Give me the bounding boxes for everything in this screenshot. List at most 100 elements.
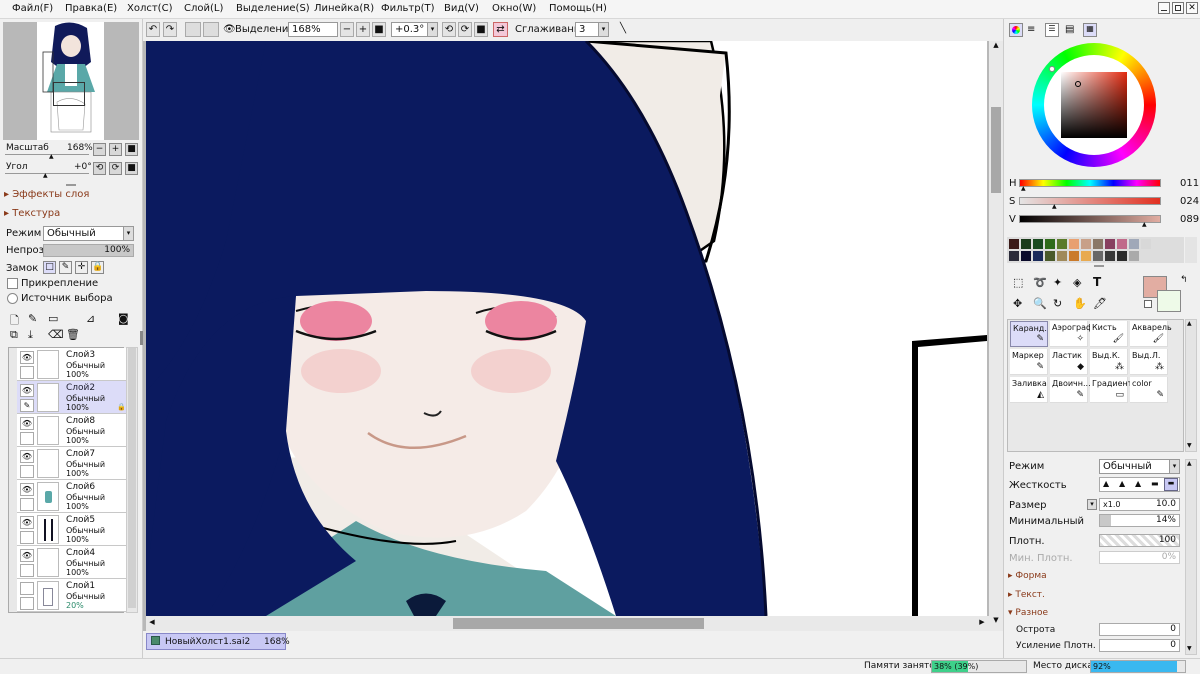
scale-plus-button[interactable]: + xyxy=(109,143,122,156)
swatch[interactable] xyxy=(1069,239,1079,249)
menu-canvas[interactable]: Холст(C) xyxy=(127,3,172,14)
tool-gradient[interactable]: Градиент ▭ xyxy=(1090,377,1132,403)
scroll-right-icon[interactable]: ▶ xyxy=(976,618,988,630)
menu-help[interactable]: Помощь(H) xyxy=(549,3,607,14)
hue-slider[interactable]: ▲ xyxy=(1019,179,1161,192)
size-field[interactable]: x1.0 10.0 xyxy=(1099,498,1180,511)
swatch[interactable] xyxy=(1045,239,1055,249)
swatches-scrollbar[interactable] xyxy=(1185,237,1197,263)
sharpness-field[interactable]: 0 xyxy=(1099,623,1180,636)
swatch[interactable] xyxy=(1069,251,1079,261)
tool-watercolor[interactable]: Акварель 🖌 xyxy=(1130,321,1172,347)
secondary-color-swatch[interactable] xyxy=(1157,290,1181,312)
scale-minus-button[interactable]: − xyxy=(93,143,106,156)
swatch[interactable] xyxy=(1117,251,1127,261)
layer-list-scrollbar[interactable] xyxy=(126,347,138,613)
minimize-button[interactable] xyxy=(1158,2,1170,14)
shape-icon[interactable]: ◈ xyxy=(1073,276,1081,289)
tool-select-eraser[interactable]: Выд.Л. ⁂ xyxy=(1130,349,1168,375)
hardness-selector[interactable]: ▲ ▲ ▲ ▬ ▬ xyxy=(1099,477,1180,492)
misc-section[interactable]: ▾ Разное xyxy=(1008,608,1048,618)
swatch[interactable] xyxy=(1057,251,1067,261)
close-icon[interactable]: ✕ xyxy=(1186,2,1198,14)
lock-all-icon[interactable]: 🔒 xyxy=(91,261,104,274)
eye-icon[interactable]: 👁 xyxy=(20,483,34,496)
swatch[interactable] xyxy=(1009,251,1019,261)
swatch[interactable] xyxy=(1093,251,1103,261)
scroll-left-icon[interactable]: ◀ xyxy=(146,618,158,630)
lock-transparency-button[interactable]: □ xyxy=(43,261,56,274)
tool-marker[interactable]: Маркер ✎ xyxy=(1010,349,1048,375)
rotate-zero-button[interactable]: ■ xyxy=(125,162,138,175)
tool-color-pen[interactable]: color ✎ xyxy=(1130,377,1168,403)
deselect-button[interactable] xyxy=(185,22,201,37)
delete-layer-icon[interactable]: 🗑 xyxy=(66,328,80,341)
layer-row[interactable]: 👁 Слой4 Обычный 100% xyxy=(17,546,131,579)
swatch[interactable] xyxy=(1057,239,1067,249)
tool-eraser[interactable]: Ластик ◆ xyxy=(1050,349,1088,375)
zoom-icon[interactable]: 🔍 xyxy=(1033,297,1047,310)
tool-pencil[interactable]: Каранд. ✎ xyxy=(1010,321,1048,347)
swatch[interactable] xyxy=(1129,239,1139,249)
selection-source-checkbox[interactable] xyxy=(7,293,18,304)
scale-slider[interactable]: ▲ xyxy=(5,146,89,160)
new-linework-icon[interactable]: ✎ xyxy=(28,312,37,325)
lock-paint-icon[interactable]: ✎ xyxy=(59,261,72,274)
tool-grid-scrollbar[interactable]: ▲ ▼ xyxy=(1185,319,1197,452)
menu-layer[interactable]: Слой(L) xyxy=(184,3,223,14)
layer-select-checkbox[interactable] xyxy=(20,498,34,511)
tool-binary-pen[interactable]: Двоичн... ✎ xyxy=(1050,377,1091,403)
line-tool-icon[interactable]: ╲ xyxy=(616,22,630,37)
restore-button[interactable] xyxy=(1172,2,1184,14)
eye-icon[interactable]: 👁 xyxy=(20,384,34,397)
ruler-icon[interactable]: ⊿ xyxy=(86,312,95,325)
swatch[interactable] xyxy=(1021,239,1031,249)
clipping-checkbox[interactable] xyxy=(7,278,18,289)
layer-effects-section[interactable]: ▸ Эффекты слоя xyxy=(4,189,89,200)
swatch[interactable] xyxy=(1093,239,1103,249)
brush-mode-select[interactable]: Обычный ▾ xyxy=(1099,459,1180,474)
swap-colors-icon[interactable]: ↰ xyxy=(1180,275,1188,285)
swatch[interactable] xyxy=(1117,239,1127,249)
drawing-canvas[interactable] xyxy=(146,41,987,616)
undo-button[interactable]: ↶ xyxy=(146,22,160,37)
invert-selection-button[interactable] xyxy=(203,22,219,37)
layer-row[interactable]: 👁 ✎ Слой2 Обычный 100% 🔒 xyxy=(17,381,131,414)
layer-select-checkbox[interactable] xyxy=(20,465,34,478)
swatch[interactable] xyxy=(1081,239,1091,249)
layer-visibility-checkbox[interactable] xyxy=(20,582,34,595)
menu-view[interactable]: Вид(V) xyxy=(444,3,479,14)
swatch[interactable] xyxy=(1081,251,1091,261)
panel-grip[interactable] xyxy=(66,184,76,186)
navigator-view-frame[interactable] xyxy=(53,82,85,106)
rotate-ccw-button[interactable]: ⟲ xyxy=(93,162,106,175)
copy-layer-icon[interactable]: ⧉ xyxy=(10,328,18,342)
eye-icon[interactable]: 👁 xyxy=(20,417,34,430)
hue-marker[interactable] xyxy=(1049,66,1055,72)
scroll-up-icon[interactable]: ▲ xyxy=(989,41,1003,53)
hardness-1-icon[interactable]: ▲ xyxy=(1119,479,1125,488)
min-size-slider[interactable]: 14% xyxy=(1099,514,1180,527)
layer-select-checkbox[interactable] xyxy=(20,564,34,577)
layer-select-checkbox[interactable] xyxy=(20,432,34,445)
swatch[interactable] xyxy=(1009,239,1019,249)
zoom-reset-button[interactable]: ■ xyxy=(372,22,386,37)
saturation-value-square[interactable] xyxy=(1061,72,1127,138)
panel-grip[interactable] xyxy=(1094,265,1104,267)
min-density-slider[interactable]: 0% xyxy=(1099,551,1180,564)
rgb-slider-tab-icon[interactable]: ≡ xyxy=(1027,24,1035,35)
rect-select-icon[interactable]: ⬚ xyxy=(1013,276,1023,289)
saturation-slider[interactable]: ▲ xyxy=(1019,197,1161,210)
hand-icon[interactable]: ✋ xyxy=(1073,297,1087,310)
swatch[interactable] xyxy=(1021,251,1031,261)
swatch[interactable] xyxy=(1033,251,1043,261)
layer-row[interactable]: 👁 Слой7 Обычный 100% xyxy=(17,447,131,480)
horizontal-scroll-thumb[interactable] xyxy=(453,618,704,629)
layer-row[interactable]: 👁 Слой3 Обычный 100% xyxy=(17,348,131,381)
opacity-slider[interactable]: 100% xyxy=(43,244,134,257)
horizontal-scrollbar[interactable]: ◀ ▶ xyxy=(146,616,989,631)
swatch[interactable] xyxy=(1105,239,1115,249)
swatches-tab-icon[interactable]: ▤ xyxy=(1065,24,1074,35)
density-slider[interactable]: 100 xyxy=(1099,534,1180,547)
hardness-3-icon[interactable]: ▬ xyxy=(1151,479,1159,488)
